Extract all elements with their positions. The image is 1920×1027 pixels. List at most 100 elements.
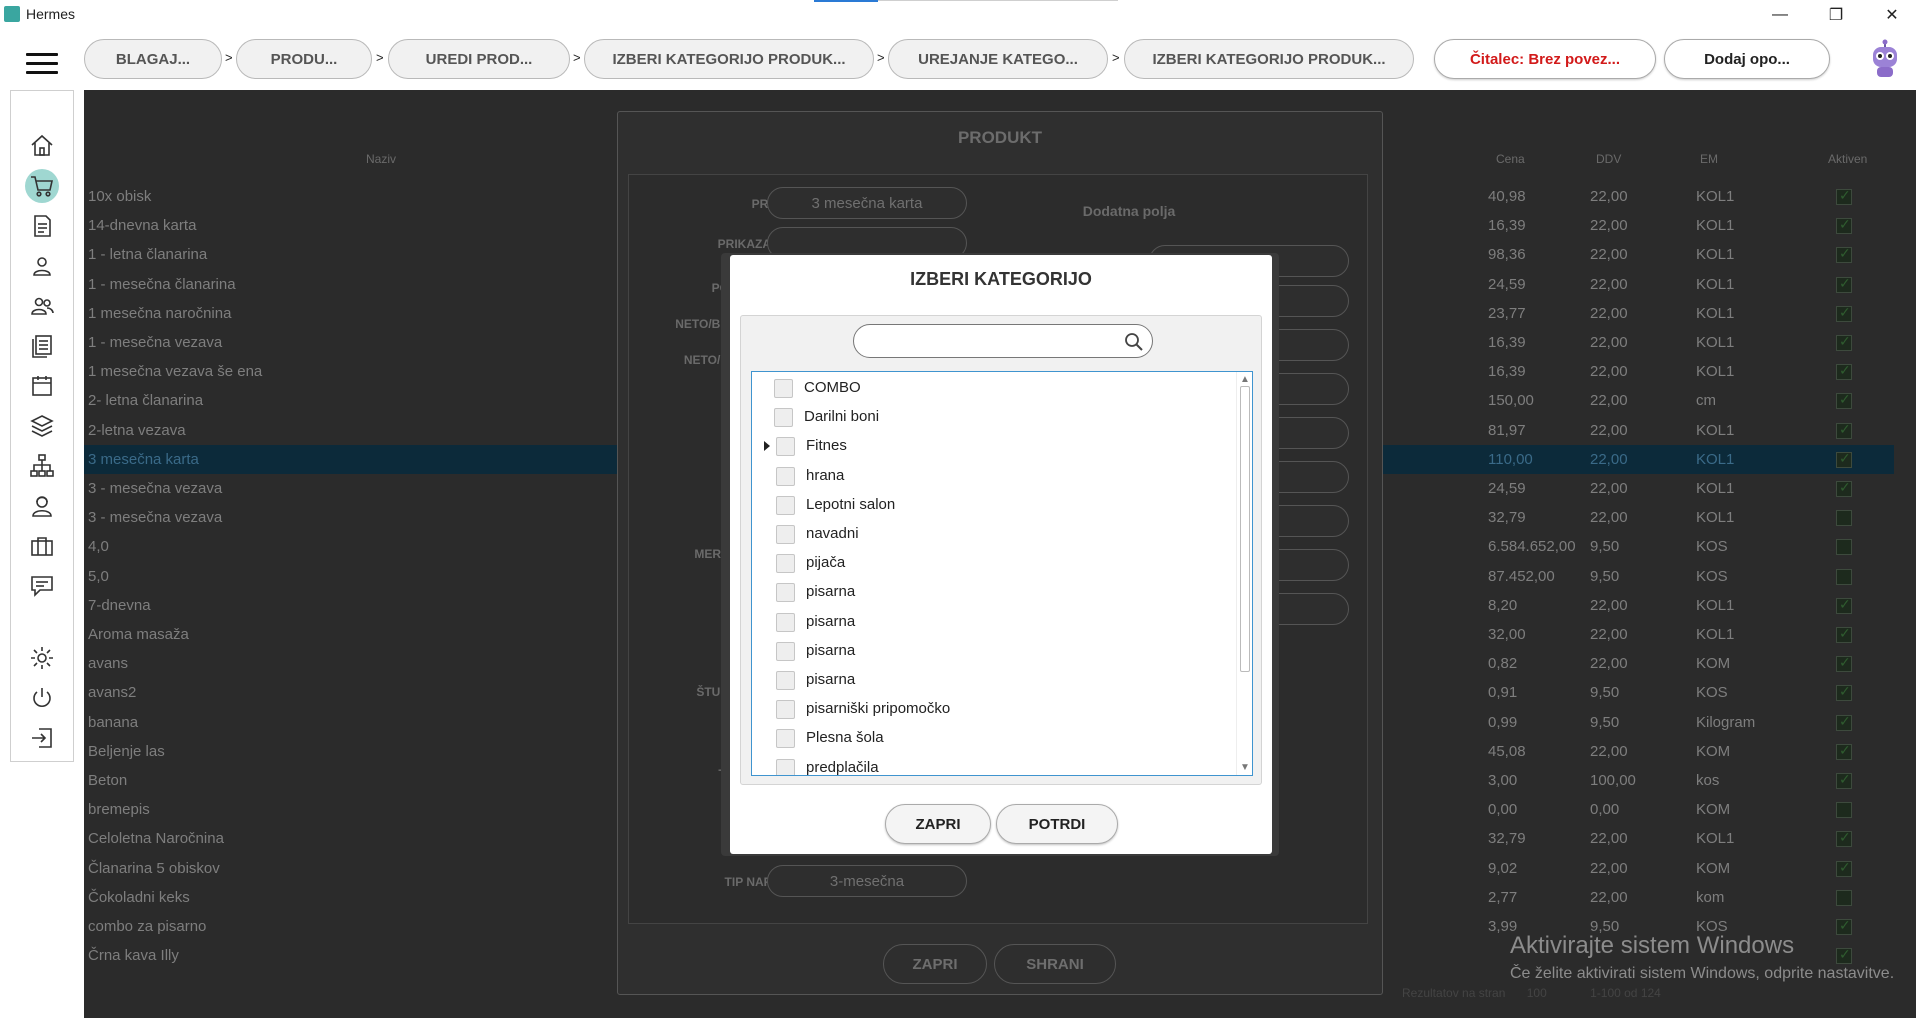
category-tree[interactable]: COMBO Darilni boni Fitnes hrana Lepotni salo…	[751, 371, 1253, 776]
category-checkbox[interactable]	[774, 408, 793, 428]
category-tree-item[interactable]: COMBO	[752, 374, 1232, 403]
active-checkbox[interactable]	[1836, 917, 1852, 935]
active-checkbox[interactable]	[1836, 333, 1852, 351]
active-checkbox[interactable]	[1836, 802, 1852, 819]
active-checkbox[interactable]	[1836, 654, 1852, 673]
category-tree-item[interactable]: pisarna	[752, 637, 1232, 666]
column-active-header[interactable]: Aktiven	[1828, 152, 1867, 166]
column-ddv-header[interactable]: DDV	[1596, 152, 1621, 166]
category-tree-item[interactable]: pisarna	[752, 666, 1232, 695]
category-checkbox[interactable]	[776, 466, 795, 486]
active-checkbox[interactable]	[1836, 568, 1852, 585]
category-tree-item[interactable]: Lepotni salon	[752, 491, 1232, 520]
per-page-select[interactable]: 100	[1527, 986, 1547, 1000]
active-checkbox[interactable]	[1836, 421, 1852, 439]
column-price-header[interactable]: Cena	[1496, 152, 1525, 166]
category-checkbox[interactable]	[776, 583, 795, 603]
sidebar-item-power[interactable]	[25, 681, 59, 715]
active-checkbox[interactable]	[1836, 683, 1852, 702]
active-checkbox[interactable]	[1836, 510, 1852, 527]
category-tree-item[interactable]: predplačila	[752, 754, 1232, 775]
restore-button[interactable]: ❐	[1808, 0, 1864, 30]
active-checkbox[interactable]	[1836, 771, 1852, 789]
category-confirm-button[interactable]: POTRDI	[996, 804, 1118, 844]
active-checkbox[interactable]	[1836, 450, 1852, 468]
tip-narocnine-select[interactable]: 3-mesečna	[767, 865, 967, 897]
add-note-button[interactable]: Dodaj opo...	[1664, 39, 1830, 79]
scroll-down-icon[interactable]: ▼	[1240, 762, 1250, 773]
column-name-header[interactable]: Naziv	[366, 152, 396, 166]
active-checkbox[interactable]	[1836, 391, 1852, 410]
active-checkbox[interactable]	[1836, 889, 1852, 906]
active-checkbox[interactable]	[1836, 362, 1852, 381]
menu-hamburger-icon[interactable]	[26, 53, 58, 75]
active-checkbox[interactable]	[1836, 946, 1852, 965]
active-checkbox[interactable]	[1836, 216, 1852, 235]
active-checkbox[interactable]	[1836, 304, 1852, 322]
active-checkbox[interactable]	[1836, 859, 1852, 877]
minimize-button[interactable]: —	[1752, 0, 1808, 30]
category-tree-item[interactable]: pijača	[752, 549, 1232, 578]
category-checkbox[interactable]	[774, 379, 793, 398]
produkt-input[interactable]: 3 mesečna karta	[767, 187, 967, 219]
sidebar-item-layers[interactable]	[25, 409, 59, 443]
category-tree-item[interactable]: pisarna	[752, 578, 1232, 607]
category-checkbox[interactable]	[776, 495, 795, 515]
category-checkbox[interactable]	[776, 700, 795, 720]
active-checkbox[interactable]	[1836, 275, 1852, 293]
active-checkbox[interactable]	[1836, 187, 1852, 205]
category-checkbox[interactable]	[776, 437, 795, 457]
category-tree-item[interactable]: Plesna šola	[752, 724, 1232, 753]
category-checkbox[interactable]	[776, 641, 795, 661]
category-tree-item[interactable]: pisarna	[752, 608, 1232, 637]
category-checkbox[interactable]	[776, 525, 795, 544]
active-checkbox[interactable]	[1836, 539, 1852, 556]
breadcrumb-produkti[interactable]: PRODU...	[236, 39, 372, 79]
category-checkbox[interactable]	[776, 612, 795, 632]
expand-arrow-icon[interactable]	[764, 441, 770, 452]
sidebar-item-users[interactable]	[25, 289, 59, 323]
category-checkbox[interactable]	[776, 729, 795, 749]
breadcrumb-izberi-kategorijo[interactable]: IZBERI KATEGORIJO PRODUK...	[584, 39, 874, 79]
active-checkbox[interactable]	[1836, 713, 1852, 731]
category-checkbox[interactable]	[776, 758, 795, 775]
breadcrumb-blagajna[interactable]: BLAGAJ...	[84, 39, 222, 79]
category-close-button[interactable]: ZAPRI	[885, 804, 991, 844]
column-em-header[interactable]: EM	[1700, 152, 1718, 166]
product-save-button[interactable]: SHRANI	[994, 944, 1116, 984]
category-checkbox[interactable]	[776, 671, 795, 690]
sidebar-item-settings[interactable]	[25, 641, 59, 675]
reader-status-button[interactable]: Čitalec: Brez povez...	[1434, 39, 1656, 79]
category-tree-item[interactable]: Darilni boni	[752, 403, 1232, 432]
category-checkbox[interactable]	[776, 554, 795, 574]
category-tree-item[interactable]: navadni	[752, 520, 1232, 549]
sidebar-item-lists[interactable]	[25, 329, 59, 363]
sidebar-item-cart[interactable]	[25, 169, 59, 203]
category-tree-item[interactable]: Fitnes	[752, 432, 1232, 461]
scroll-thumb[interactable]	[1240, 386, 1250, 672]
product-close-button[interactable]: ZAPRI	[883, 944, 987, 984]
search-icon[interactable]	[1124, 332, 1144, 352]
breadcrumb-uredi-produkt[interactable]: UREDI PROD...	[388, 39, 570, 79]
breadcrumb-urejanje-kategorije[interactable]: UREJANJE KATEGO...	[888, 39, 1108, 79]
breadcrumb-izberi-kategorijo-current[interactable]: IZBERI KATEGORIJO PRODUK...	[1124, 39, 1414, 79]
sidebar-item-logout[interactable]	[25, 721, 59, 755]
close-window-button[interactable]: ✕	[1864, 0, 1920, 30]
active-checkbox[interactable]	[1836, 742, 1852, 760]
sidebar-item-support[interactable]	[25, 489, 59, 523]
sidebar-item-calendar[interactable]	[25, 369, 59, 403]
sidebar-item-user[interactable]	[25, 249, 59, 283]
active-checkbox[interactable]	[1836, 479, 1852, 497]
sidebar-item-briefcase[interactable]	[25, 529, 59, 563]
scroll-up-icon[interactable]: ▲	[1240, 374, 1250, 385]
assistant-robot-icon[interactable]	[1868, 39, 1902, 79]
active-checkbox[interactable]	[1836, 245, 1852, 264]
category-tree-item[interactable]: hrana	[752, 462, 1232, 491]
sidebar-item-documents[interactable]	[25, 209, 59, 243]
active-checkbox[interactable]	[1836, 829, 1852, 848]
active-checkbox[interactable]	[1836, 596, 1852, 614]
sidebar-item-chat[interactable]	[25, 569, 59, 603]
sidebar-item-home[interactable]	[25, 129, 59, 163]
active-checkbox[interactable]	[1836, 625, 1852, 643]
sidebar-item-hierarchy[interactable]	[25, 449, 59, 483]
